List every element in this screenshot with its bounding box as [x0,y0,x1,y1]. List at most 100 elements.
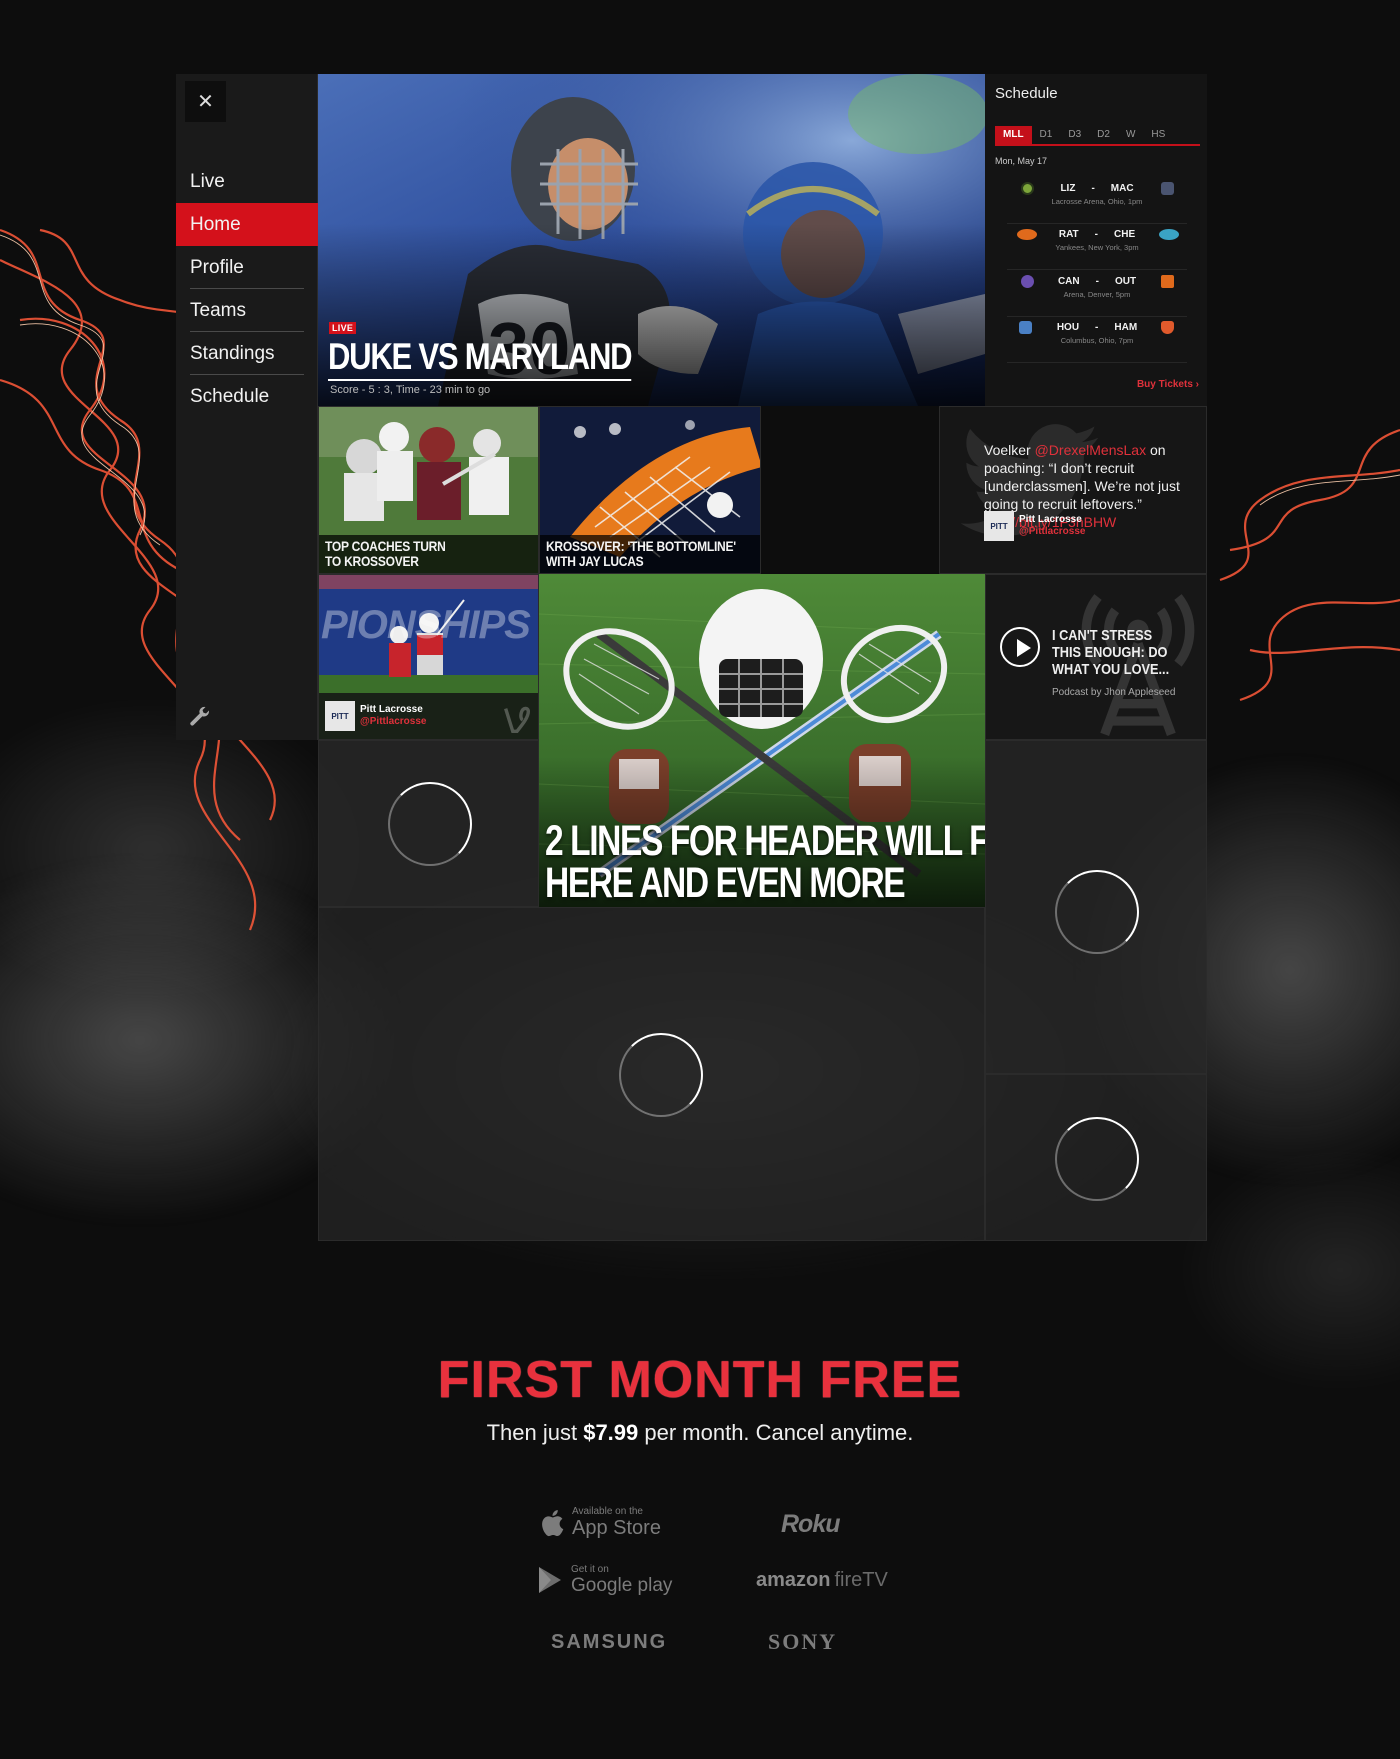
google-play-icon [539,1567,561,1593]
sidebar-item-label: Profile [190,257,244,278]
caption-line: KROSSOVER: 'THE BOTTOMLINE' [546,538,736,554]
versus-separator: - [1094,228,1099,240]
podcast-byline: Podcast by Jhon Appleseed [1052,687,1176,698]
match-row[interactable]: CAN - OUT Arena, Denver, 5pm [1007,271,1187,317]
team-logo-icon [1161,182,1174,195]
samsung-badge[interactable]: SAMSUNG [551,1631,667,1654]
sony-logo-text: SONY [768,1629,838,1654]
tab-w[interactable]: W [1118,126,1143,144]
caption-line: WITH JAY LUCAS [546,553,644,569]
hero-title: DUKE VS MARYLAND [328,336,633,381]
hero-live-tile[interactable]: 30 LIVE DUKE VS MARYLAND Score - 5 : 3, … [318,74,985,406]
account-name: Pitt Lacrosse [360,704,423,715]
play-button[interactable] [1000,627,1040,667]
firetv-logo-text: fireTV [834,1569,888,1591]
loading-spinner [619,1033,703,1117]
tab-hs[interactable]: HS [1143,126,1173,144]
match-teams: LIZ - MAC [1007,178,1187,198]
headline-line: 2 LINES FOR HEADER WILL FIT [545,817,985,865]
article-tile-krossover[interactable]: KROSSOVER: 'THE BOTTOMLINE' WITH JAY LUC… [539,406,761,574]
match-teams: CAN - OUT [1007,271,1187,291]
tweet-prefix: Voelker [984,442,1035,458]
sidebar-nav: Live Home Profile Teams Standings Schedu… [176,160,318,418]
sidebar-item-label: Schedule [190,386,270,407]
sidebar-item-label: Home [190,214,241,235]
tweet-tile[interactable]: Voelker @DrexelMensLax on poaching: “I d… [939,406,1207,574]
team-logo-icon [1159,229,1179,240]
appstore-small-text: Available on the [572,1506,643,1517]
promo-sub-after: per month. Cancel anytime. [638,1420,914,1445]
tweet-mention[interactable]: @DrexelMensLax [1035,442,1146,458]
match-venue: Columbus, Ohio, 7pm [1060,336,1134,345]
home-team: CAN [1057,275,1080,287]
feature-tile[interactable]: 2 LINES FOR HEADER WILL FIT HERE AND EVE… [539,574,985,907]
versus-separator: - [1095,275,1099,287]
sidebar-item-label: Teams [190,300,246,321]
schedule-date: Mon, May 17 [995,156,1048,166]
match-row[interactable]: HOU - HAM Columbus, Ohio, 7pm [1007,317,1187,363]
samsung-logo-text: SAMSUNG [551,1631,668,1653]
match-row[interactable]: LIZ - MAC Lacrosse Arena, Ohio, 1pm [1007,178,1187,224]
promo-price: $7.99 [583,1420,639,1445]
tab-d2[interactable]: D2 [1089,126,1118,144]
account-handle: @Pittlacrosse [360,716,427,727]
sidebar-item-label: Live [190,171,225,192]
home-team: HOU [1056,321,1080,333]
away-team: HAM [1114,321,1138,333]
loading-tile [318,907,985,1241]
home-team: LIZ [1060,182,1076,194]
sidebar-item-standings[interactable]: Standings [176,332,318,375]
loading-spinner [388,782,472,866]
apple-icon [542,1509,564,1536]
away-team: OUT [1114,275,1137,287]
roku-logo-text: Roku [781,1510,840,1538]
podcast-tile[interactable]: I CAN'T STRESS THIS ENOUGH: DO WHAT YOU … [985,574,1207,740]
promo-sub-before: Then just [486,1420,584,1445]
account-name: Pitt Lacrosse [1019,514,1082,525]
tab-mll[interactable]: MLL [995,126,1032,144]
vine-banner: PIONSHIPS [321,603,531,647]
sidebar-item-home[interactable]: Home [176,203,318,246]
schedule-title: Schedule [995,85,1058,102]
google-big-text: Google play [571,1575,673,1596]
sony-badge[interactable]: SONY [768,1629,837,1655]
away-team: CHE [1114,228,1136,240]
close-button[interactable]: ✕ [185,81,226,122]
wrench-icon[interactable] [188,706,212,730]
loading-tile [318,740,539,907]
caption-line: TOP COACHES TURN [325,538,446,554]
account-avatar: PITT [325,701,355,731]
match-teams: HOU - HAM [1007,317,1187,337]
article-caption: TOP COACHES TURN TO KROSSOVER [319,535,538,573]
article-tile-coaches[interactable]: TOP COACHES TURN TO KROSSOVER [318,406,539,574]
loading-spinner [1055,870,1139,954]
league-tabs: MLL D1 D3 D2 W HS [995,126,1200,146]
tab-d1[interactable]: D1 [1032,126,1061,144]
match-venue: Lacrosse Arena, Ohio, 1pm [1051,197,1143,206]
account-avatar: PITT [984,511,1014,541]
sidebar-item-schedule[interactable]: Schedule [176,375,318,418]
sidebar-item-live[interactable]: Live [176,160,318,203]
feature-headline: 2 LINES FOR HEADER WILL FIT HERE AND EVE… [545,817,985,905]
schedule-panel: Schedule MLL D1 D3 D2 W HS Mon, May 17 L… [985,74,1207,406]
sidebar-item-teams[interactable]: Teams [176,289,318,332]
team-logo-icon [1161,321,1174,334]
podcast-title: I CAN'T STRESS THIS ENOUGH: DO WHAT YOU … [1052,627,1170,678]
sidebar-item-profile[interactable]: Profile [176,246,318,289]
buy-tickets-link[interactable]: Buy Tickets › [1137,379,1199,390]
roku-badge[interactable]: Roku [781,1510,840,1539]
amazon-fire-tv-badge[interactable]: amazon fireTV [756,1569,888,1592]
app-window: ✕ Live Home Profile Teams Standings Sche… [176,74,1207,1241]
away-team: MAC [1110,182,1134,194]
google-play-badge[interactable]: Get it on Google play [537,1564,672,1596]
account-handle: @Pittlacrosse [1019,526,1086,537]
article-caption: KROSSOVER: 'THE BOTTOMLINE' WITH JAY LUC… [540,535,760,573]
match-row[interactable]: RAT - CHE Yankees, New York, 3pm [1007,224,1187,270]
vine-tile[interactable]: PIONSHIPS PITT Pitt Lacrosse @Pittlacros… [318,574,539,740]
tweet-account[interactable]: PITT Pitt Lacrosse @Pittlacrosse [984,511,1085,541]
vine-account[interactable]: PITT Pitt Lacrosse @Pittlacrosse [325,701,426,731]
versus-separator: - [1095,321,1099,333]
app-store-badge[interactable]: Available on the App Store [540,1506,661,1539]
loading-tile [985,740,1207,1074]
tab-d3[interactable]: D3 [1060,126,1089,144]
